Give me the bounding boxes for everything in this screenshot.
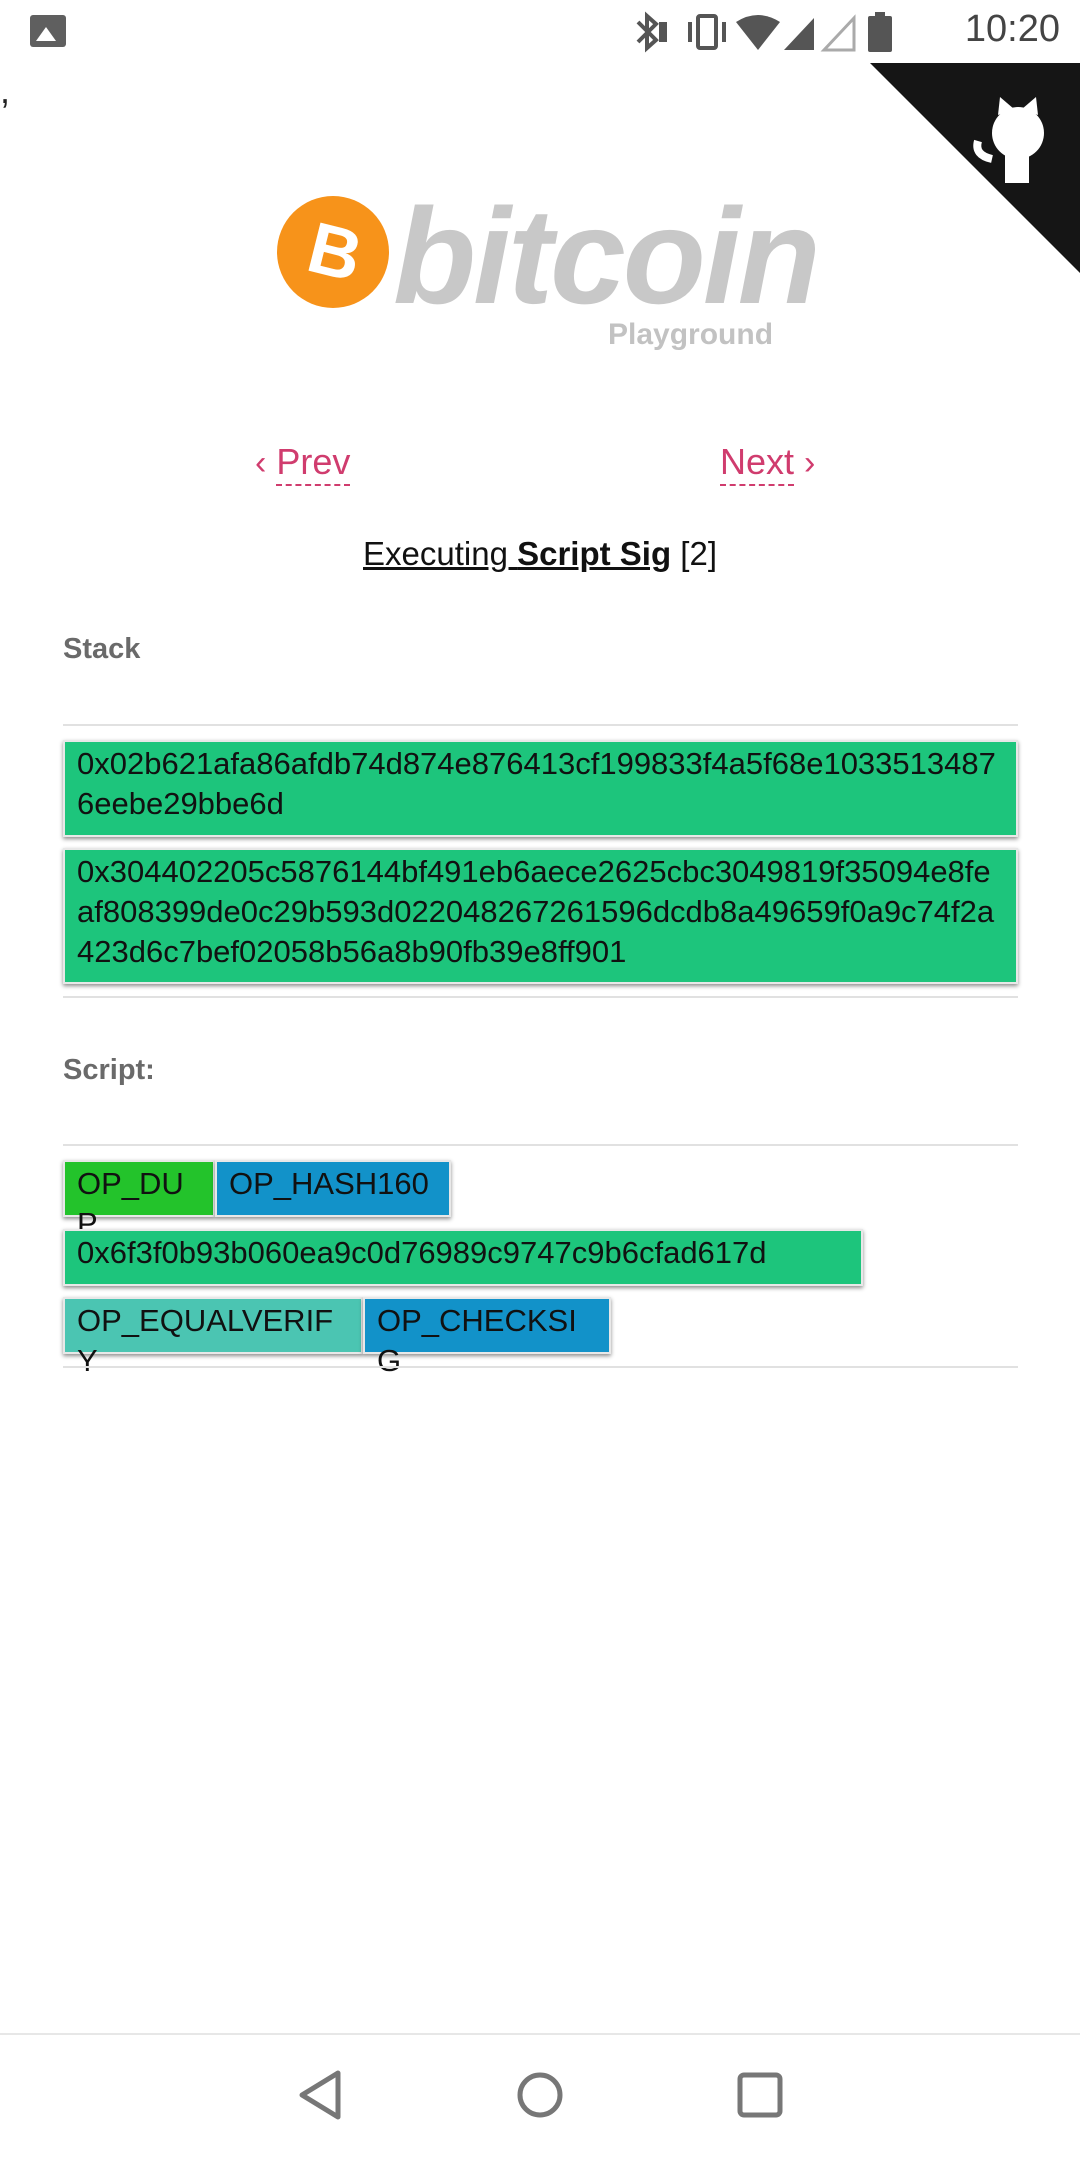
screen: 10:20 , B bitcoin Playground ‹ Prev Next… [0,0,1080,2160]
stack-item: 0x304402205c5876144bf491eb6aece2625cbc30… [63,848,1018,984]
script-op-hash160: OP_HASH160 [215,1160,451,1217]
back-icon[interactable] [288,2063,352,2127]
stack-bottom-divider [63,996,1018,998]
battery-icon [868,12,892,52]
wifi-icon [736,15,780,50]
signal-empty-icon [820,14,856,52]
script-op-checksig: OP_CHECKSIG [363,1297,611,1378]
system-navigation-bar [0,2033,1080,2160]
script-op-equalverify: OP_EQUALVERIFY [63,1297,363,1378]
prev-link[interactable]: ‹ Prev [255,440,351,486]
photo-icon [30,15,66,47]
script-bottom-divider [63,1366,1018,1368]
script-pubkey-hash: 0x6f3f0b93b060ea9c0d76989c9747c9b6cfad61… [63,1229,863,1286]
status-icons [636,11,892,53]
logo-wordmark: bitcoin [393,180,821,332]
bluetooth-icon [636,11,667,53]
executing-step: [2] [671,535,717,572]
script-op-dup: OP_DUP [63,1160,215,1241]
bitcoin-coin-icon: B [277,196,389,308]
stack-item: 0x02b621afa86afdb74d874e876413cf199833f4… [63,740,1018,837]
home-icon[interactable] [508,2063,572,2127]
prev-label: Prev [276,441,351,486]
logo-subtitle: Playground [608,318,774,351]
script-label: Script: [63,1054,155,1086]
stack-label: Stack [63,633,141,665]
next-label: Next [720,441,795,486]
executing-target: Script Sig [517,535,672,572]
github-corner-icon[interactable] [870,63,1080,273]
recents-icon[interactable] [728,2063,792,2127]
status-bar: 10:20 [0,0,1080,63]
clock: 10:20 [964,8,1060,50]
execution-status: Executing Script Sig [2] [0,535,1080,573]
signal-icon [784,18,814,50]
vibrate-icon [688,14,726,50]
chevron-left-icon: ‹ [255,444,267,482]
chevron-right-icon: › [804,444,816,482]
bitcoin-playground-logo: B bitcoin Playground [275,186,821,370]
stack-top-divider [63,724,1018,726]
script-top-divider [63,1144,1018,1146]
executing-prefix: Executing [363,535,518,572]
stray-mark: , [0,70,11,111]
next-link[interactable]: Next › [720,440,816,486]
